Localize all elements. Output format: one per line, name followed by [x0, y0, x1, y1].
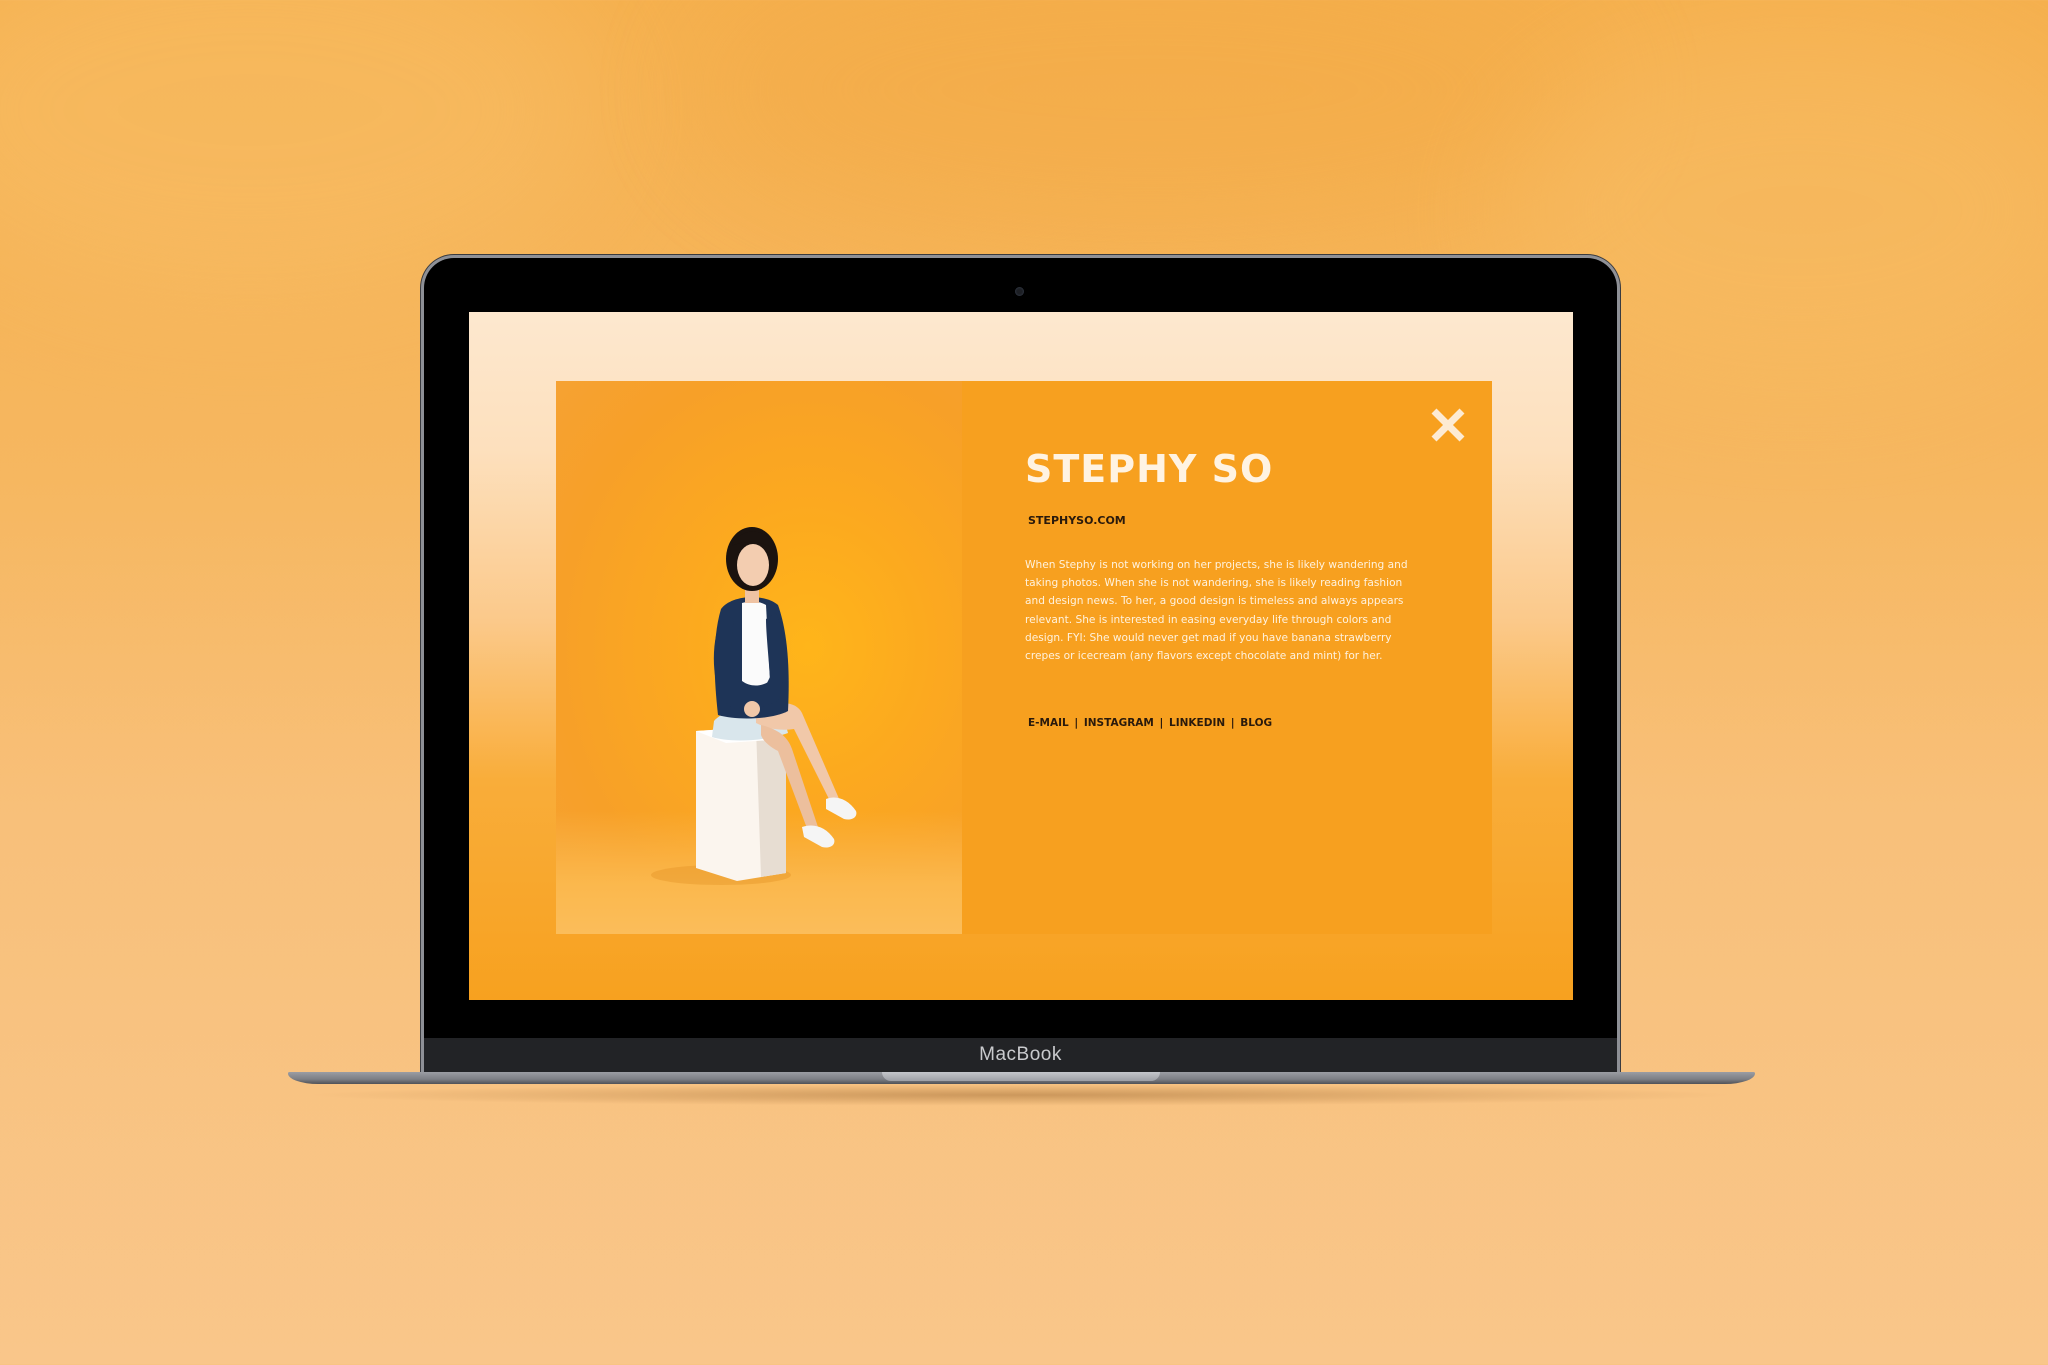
- brand-label: MacBook: [979, 1044, 1062, 1065]
- close-button[interactable]: [1428, 405, 1468, 445]
- close-icon: [1431, 408, 1465, 442]
- laptop-hinge-notch: [882, 1072, 1160, 1081]
- linkedin-link[interactable]: LINKEDIN: [1169, 717, 1225, 729]
- email-link[interactable]: E-MAIL: [1028, 717, 1069, 729]
- link-separator: |: [1230, 717, 1235, 729]
- social-links: E-MAIL | INSTAGRAM | LINKEDIN | BLOG: [1028, 717, 1272, 729]
- link-separator: |: [1159, 717, 1164, 729]
- profile-name: STEPHY SO: [1025, 447, 1274, 491]
- profile-photo: [556, 381, 962, 934]
- base-shadow: [300, 1084, 1740, 1106]
- blog-link[interactable]: BLOG: [1240, 717, 1272, 729]
- laptop-screen: STEPHY SO STEPHYSO.COM When Stephy is no…: [469, 312, 1573, 1000]
- profile-modal: STEPHY SO STEPHYSO.COM When Stephy is no…: [556, 381, 1492, 934]
- profile-info-panel: STEPHY SO STEPHYSO.COM When Stephy is no…: [962, 381, 1492, 934]
- person-illustration: [651, 527, 857, 885]
- macbook-device: STEPHY SO STEPHYSO.COM When Stephy is no…: [0, 0, 2048, 1365]
- profile-bio: When Stephy is not working on her projec…: [1025, 559, 1408, 663]
- website-link[interactable]: STEPHYSO.COM: [1028, 514, 1126, 527]
- instagram-link[interactable]: INSTAGRAM: [1084, 717, 1154, 729]
- link-separator: |: [1074, 717, 1079, 729]
- webcam: [1015, 287, 1024, 296]
- laptop-chin: MacBook: [424, 1038, 1617, 1072]
